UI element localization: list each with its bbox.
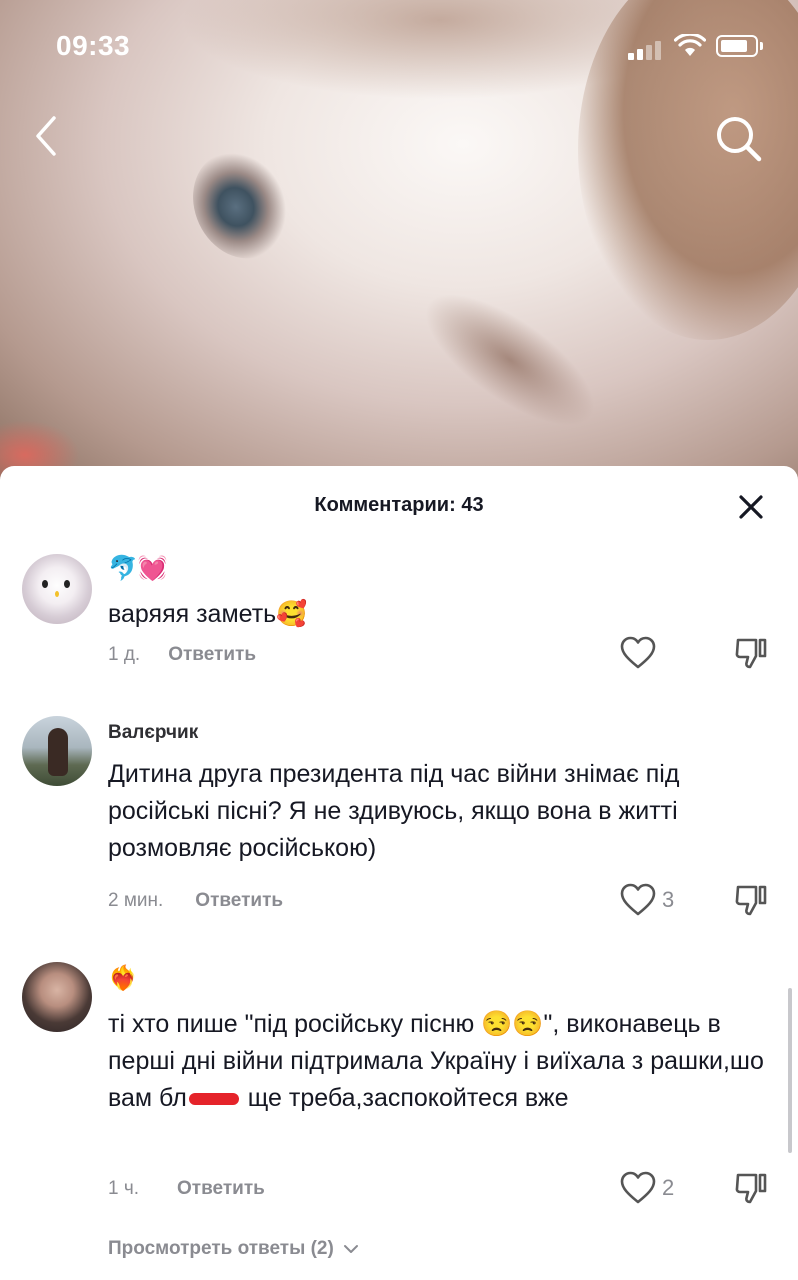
battery-tip: [760, 42, 763, 50]
back-chevron-icon[interactable]: [28, 112, 68, 160]
reply-button[interactable]: Ответить: [177, 1178, 265, 1199]
status-time: 09:33: [56, 30, 131, 61]
status-bar: 09:33: [0, 0, 798, 96]
avatar[interactable]: [22, 962, 92, 1032]
heart-icon[interactable]: [620, 883, 656, 917]
dislike-icon[interactable]: [734, 636, 768, 670]
comment-username[interactable]: Валєрчик: [108, 722, 198, 744]
cellular-signal-icon: [628, 38, 666, 60]
comment-time: 2 мин.: [108, 890, 164, 911]
heart-icon[interactable]: [620, 1171, 656, 1205]
dislike-icon[interactable]: [734, 883, 768, 917]
battery-icon: [716, 35, 758, 57]
comment-time: 1 ч.: [108, 1178, 140, 1199]
like-count: 2: [662, 1175, 675, 1200]
close-icon[interactable]: [736, 492, 766, 522]
comment-username[interactable]: 🐬💓: [108, 554, 168, 584]
video-brow: [405, 269, 615, 451]
comment-time: 1 д.: [108, 644, 141, 665]
comment-text: Дитина друга президента під час війни зн…: [108, 760, 680, 862]
wifi-icon: [674, 34, 706, 56]
chevron-down-icon: [344, 1244, 359, 1253]
scrollbar[interactable]: [788, 988, 792, 1153]
comments-title: Комментарии: 43: [314, 494, 484, 516]
redaction-mark: [188, 1093, 239, 1106]
comments-sheet: Комментарии: 43 🐬💓 варяяя заметь🥰 1 д. От…: [0, 466, 798, 1280]
avatar[interactable]: [22, 554, 92, 624]
comment-meta: 1 ч. Ответить: [108, 1178, 265, 1200]
comment-text: ті хто пише "під російську пісню 😒😒", ви…: [108, 1006, 778, 1117]
search-icon[interactable]: [712, 112, 764, 164]
heart-icon[interactable]: [620, 636, 656, 670]
view-replies-button[interactable]: Просмотреть ответы (2): [108, 1238, 359, 1260]
like-count: 3: [662, 887, 675, 912]
comment-username[interactable]: ❤️‍🔥: [108, 964, 138, 994]
view-replies-label: Просмотреть ответы (2): [108, 1238, 334, 1259]
avatar[interactable]: [22, 716, 92, 786]
reply-button[interactable]: Ответить: [168, 644, 256, 665]
video-eye: [175, 136, 305, 274]
comment-text-part: ще треба,заспокойтеся вже: [240, 1084, 569, 1112]
dislike-icon[interactable]: [734, 1171, 768, 1205]
comment-meta: 2 мин. Ответить: [108, 890, 283, 912]
reply-button[interactable]: Ответить: [195, 890, 283, 911]
comment-meta: 1 д. Ответить: [108, 644, 256, 666]
comment-text: варяяя заметь🥰: [108, 600, 308, 628]
